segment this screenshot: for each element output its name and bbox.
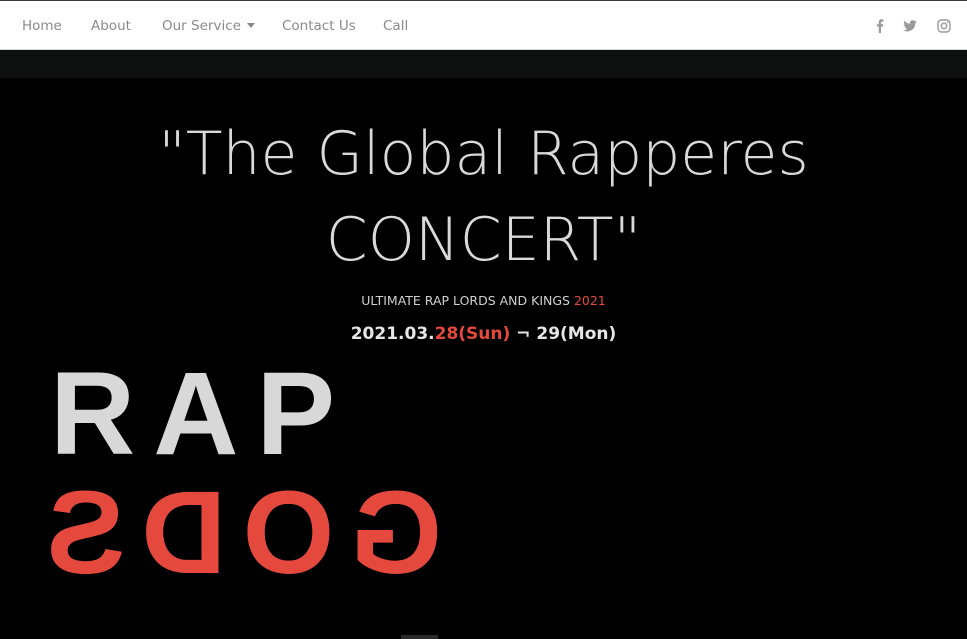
subtitle-text: ULTIMATE RAP LORDS AND KINGS (361, 293, 574, 308)
date-separator: ¬ (510, 324, 537, 344)
nav-about-link[interactable]: About (91, 18, 131, 34)
date-end: 29(Mon) (536, 324, 617, 344)
instagram-icon[interactable] (936, 18, 952, 34)
date-start-day: 28(Sun) (434, 324, 511, 344)
facebook-icon[interactable] (872, 18, 888, 34)
date-start: 2021.03. (350, 324, 435, 344)
chevron-down-icon (246, 23, 255, 28)
nav-our-service-label: Our Service (162, 18, 241, 34)
banner-strip (0, 50, 967, 78)
event-subtitle: ULTIMATE RAP LORDS AND KINGS 2021 (0, 293, 967, 308)
nav-call-link[interactable]: Call (383, 18, 408, 34)
hero-section: "The Global Rapperes CONCERT" ULTIMATE R… (0, 78, 967, 639)
page-title: "The Global Rapperes CONCERT" (0, 111, 967, 283)
logo-word-rap: RAP (50, 348, 354, 480)
nav-contact-link[interactable]: Contact Us (282, 18, 356, 34)
event-dates: 2021.03.28(Sun) ¬ 29(Mon) (0, 324, 967, 344)
nav-home-link[interactable]: Home (22, 18, 62, 34)
top-navbar: Home About Our Service Contact Us Call (0, 0, 967, 50)
scroll-indicator (401, 635, 438, 639)
twitter-icon[interactable] (902, 18, 918, 34)
subtitle-year: 2021 (573, 293, 606, 308)
title-line-2: CONCERT" (325, 205, 642, 275)
nav-our-service-dropdown[interactable]: Our Service (162, 18, 255, 34)
logo-word-gods-mirrored: GODS (30, 467, 443, 599)
title-line-1: "The Global Rapperes (158, 119, 809, 189)
